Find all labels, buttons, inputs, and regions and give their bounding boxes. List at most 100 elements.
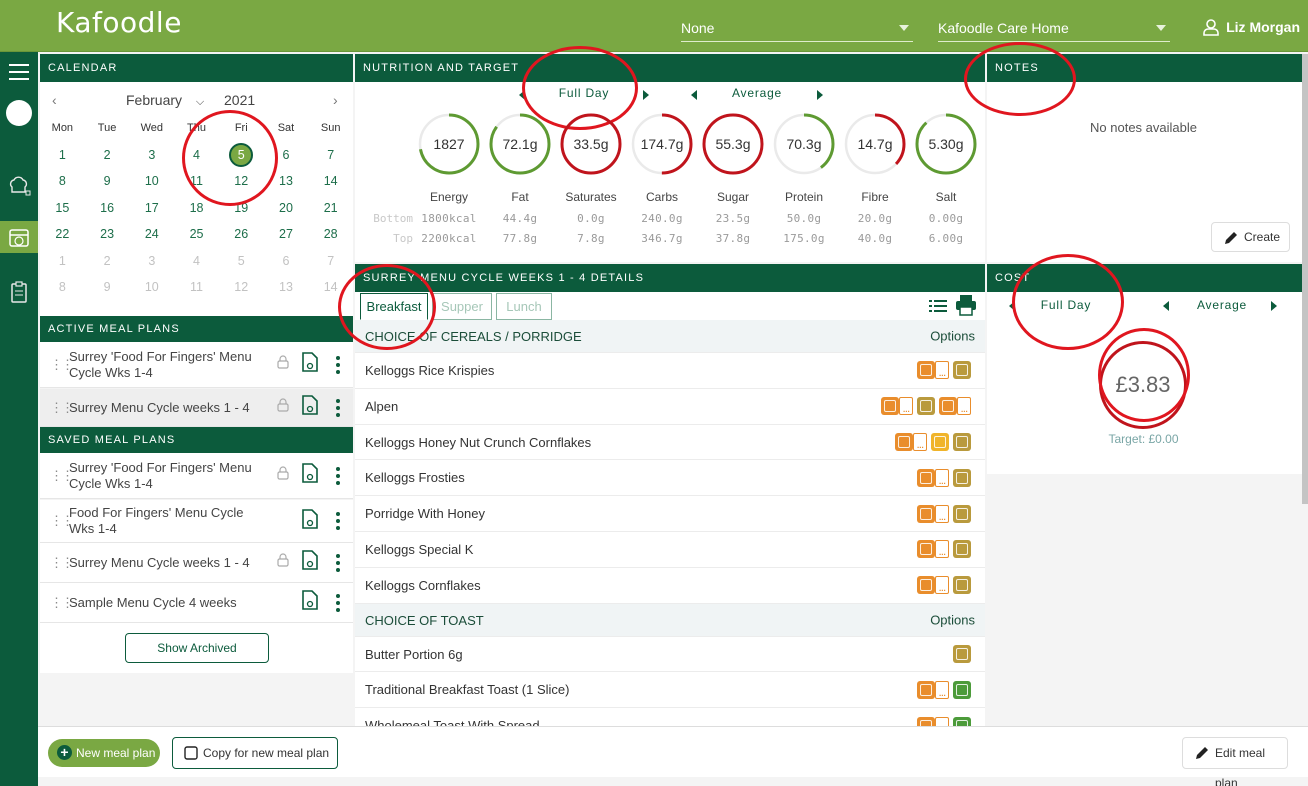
calendar-day[interactable]: 1 <box>40 145 85 172</box>
calendar-day[interactable]: 27 <box>264 224 309 251</box>
calendar-day[interactable]: 3 <box>129 251 174 278</box>
calendar-day[interactable]: 12 <box>219 171 264 198</box>
calendar-day[interactable]: 10 <box>129 277 174 304</box>
list-view-icon[interactable] <box>929 298 947 314</box>
more-options-icon[interactable] <box>336 512 342 530</box>
more-options-icon[interactable] <box>336 398 342 417</box>
allergen-or-icon[interactable] <box>917 716 935 726</box>
cost-mode-prev-icon[interactable] <box>1163 301 1169 311</box>
edit-meal-plan-button[interactable]: Edit meal plan <box>1182 737 1288 786</box>
allergen-gr-icon[interactable] <box>953 680 971 699</box>
allergen-ol-icon[interactable] <box>953 361 971 380</box>
more-options-icon[interactable] <box>336 355 342 374</box>
calendar-day[interactable]: 9 <box>85 277 130 304</box>
allergen-gr-icon[interactable] <box>953 716 971 726</box>
calendar-day[interactable]: 1 <box>40 251 85 278</box>
calendar-day[interactable]: 14 <box>308 277 353 304</box>
calendar-day[interactable]: 7 <box>308 145 353 172</box>
print-icon[interactable] <box>955 294 977 316</box>
care-home-dropdown[interactable]: Kafoodle Care Home <box>938 18 1170 42</box>
view-document-icon[interactable] <box>301 550 319 575</box>
more-options-icon[interactable] <box>336 466 342 485</box>
user-menu[interactable]: Liz Morgan <box>1202 18 1300 36</box>
allergen-ol-icon[interactable] <box>953 644 971 663</box>
menu-item[interactable]: Kelloggs Rice Krispies... <box>355 353 985 389</box>
allergen-ol-icon[interactable] <box>953 540 971 559</box>
calendar-day[interactable]: 13 <box>264 171 309 198</box>
mode-next-icon[interactable] <box>817 90 823 100</box>
allergen-or-icon[interactable] <box>939 397 957 416</box>
calendar-day[interactable]: 3 <box>129 145 174 172</box>
allergen-or-icon[interactable] <box>881 397 899 416</box>
sidebar-item-reports[interactable] <box>0 276 38 308</box>
allergen-or-icon[interactable] <box>917 361 935 380</box>
menu-item[interactable]: Kelloggs Cornflakes... <box>355 568 985 604</box>
allergen-pl-icon[interactable]: ... <box>935 540 949 559</box>
calendar-day[interactable]: 4 <box>174 251 219 278</box>
cost-mode-next-icon[interactable] <box>1271 301 1277 311</box>
calendar-day[interactable]: 5 <box>219 251 264 278</box>
calendar-day[interactable]: 5 <box>219 142 264 172</box>
allergen-or-icon[interactable] <box>917 576 935 595</box>
avatar[interactable] <box>0 97 38 129</box>
calendar-day[interactable]: 22 <box>40 224 85 251</box>
sidebar-item-meal-plans[interactable] <box>0 221 38 253</box>
calendar-day[interactable]: 17 <box>129 198 174 225</box>
allergen-pl-icon[interactable]: ... <box>935 468 949 487</box>
calendar-day[interactable]: 8 <box>40 171 85 198</box>
calendar-day[interactable]: 21 <box>308 198 353 225</box>
menu-item[interactable]: Traditional Breakfast Toast (1 Slice)... <box>355 672 985 709</box>
view-document-icon[interactable] <box>301 590 319 615</box>
selected-day[interactable]: 5 <box>229 142 254 167</box>
allergen-ol-icon[interactable] <box>953 468 971 487</box>
calendar-day[interactable]: 6 <box>264 251 309 278</box>
tab-lunch[interactable]: Lunch <box>496 293 552 320</box>
kafoodle-logo[interactable]: Kafoodle <box>56 6 182 39</box>
meal-plan-item[interactable]: ⋮⋮ Food For Fingers' Menu Cycle Wks 1-4 <box>40 500 353 543</box>
meal-plan-item[interactable]: ⋮⋮ Surrey Menu Cycle weeks 1 - 4 <box>40 389 353 427</box>
view-document-icon[interactable] <box>301 508 319 534</box>
allergen-or-icon[interactable] <box>917 468 935 487</box>
view-document-icon[interactable] <box>301 352 319 377</box>
page-scrollbar[interactable] <box>1302 54 1308 504</box>
allergen-or-icon[interactable] <box>917 504 935 523</box>
period-prev-icon[interactable] <box>519 90 525 100</box>
calendar-day[interactable]: 6 <box>264 145 309 172</box>
year-label[interactable]: 2021 <box>224 92 255 108</box>
calendar-day[interactable]: 25 <box>174 224 219 251</box>
tab-supper[interactable]: Supper <box>432 293 492 320</box>
calendar-day[interactable]: 2 <box>85 251 130 278</box>
month-select[interactable]: February ⌵ <box>126 92 204 109</box>
calendar-day[interactable]: 24 <box>129 224 174 251</box>
calendar-day[interactable]: 16 <box>85 198 130 225</box>
menu-item[interactable]: Alpen...... <box>355 389 985 425</box>
meal-plan-item[interactable]: ⋮⋮ Sample Menu Cycle 4 weeks <box>40 583 353 623</box>
calendar-day[interactable]: 13 <box>264 277 309 304</box>
more-options-icon[interactable] <box>336 593 342 612</box>
allergen-pl-icon[interactable]: ... <box>957 397 971 416</box>
calendar-day[interactable]: 23 <box>85 224 130 251</box>
menu-item[interactable]: Porridge With Honey... <box>355 496 985 532</box>
allergen-ol-icon[interactable] <box>953 432 971 451</box>
calendar-day[interactable]: 8 <box>40 277 85 304</box>
meal-plan-item[interactable]: ⋮⋮ Surrey Menu Cycle weeks 1 - 4 <box>40 543 353 583</box>
show-archived-button[interactable]: Show Archived <box>125 633 269 663</box>
calendar-day[interactable]: 19 <box>219 198 264 225</box>
calendar-day[interactable]: 14 <box>308 171 353 198</box>
allergen-or-icon[interactable] <box>917 540 935 559</box>
calendar-day[interactable]: 18 <box>174 198 219 225</box>
menu-item[interactable]: Butter Portion 6g <box>355 637 985 673</box>
prev-month-button[interactable]: ‹ <box>52 92 57 108</box>
meal-plan-item[interactable]: ⋮⋮ Surrey 'Food For Fingers' Menu Cycle W… <box>40 453 353 499</box>
calendar-day[interactable]: 28 <box>308 224 353 251</box>
allergen-or-icon[interactable] <box>917 680 935 699</box>
allergen-ol-icon[interactable] <box>917 397 935 416</box>
allergen-or-icon[interactable] <box>895 432 913 451</box>
options-link[interactable]: Options <box>930 320 975 353</box>
new-meal-plan-button[interactable]: + New meal plan <box>48 739 160 767</box>
allergen-pl-icon[interactable]: ... <box>935 361 949 380</box>
sidebar-item-recipes[interactable] <box>0 170 38 202</box>
next-month-button[interactable]: › <box>333 92 338 108</box>
mode-prev-icon[interactable] <box>691 90 697 100</box>
calendar-day[interactable]: 15 <box>40 198 85 225</box>
